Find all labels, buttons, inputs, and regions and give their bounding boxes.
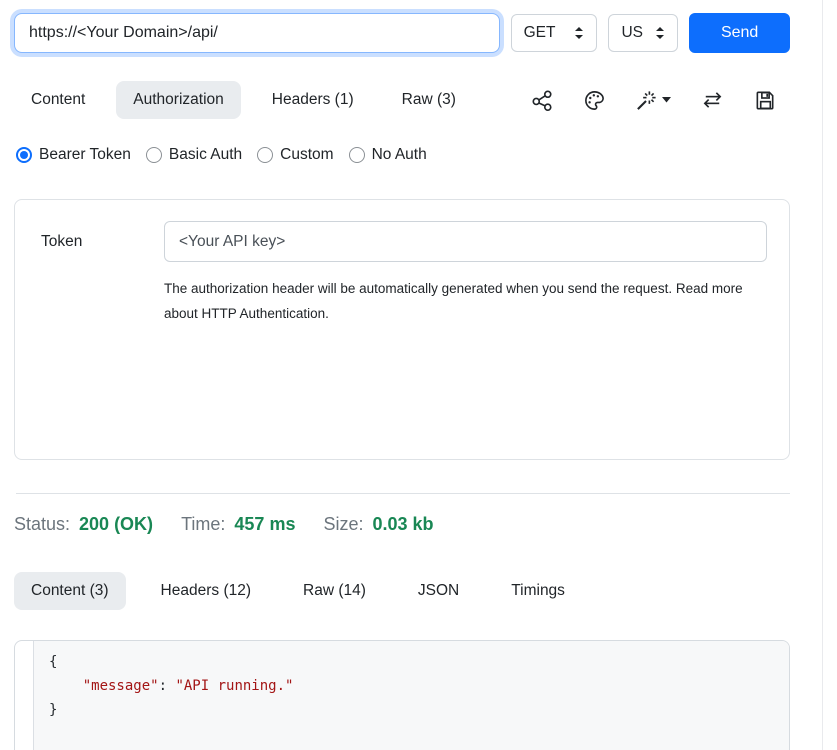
request-tabs-row: Content Authorization Headers (1) Raw (3… (14, 81, 790, 119)
swap-arrows-icon[interactable] (700, 89, 725, 111)
url-input[interactable] (14, 13, 500, 53)
token-help-text: The authorization header will be automat… (164, 276, 764, 326)
radio-label: Custom (280, 146, 333, 164)
time-pair: Time: 457 ms (181, 514, 295, 535)
request-tabs: Content Authorization Headers (1) Raw (3… (14, 81, 473, 119)
radio-no-auth[interactable]: No Auth (349, 146, 427, 164)
radio-label: Bearer Token (39, 146, 131, 164)
radio-label: No Auth (372, 146, 427, 164)
token-card: Token The authorization header will be a… (14, 199, 790, 460)
magic-wand-dropdown-icon[interactable] (635, 89, 671, 112)
code-open-brace: { (49, 654, 57, 670)
size-value: 0.03 kb (373, 514, 434, 535)
token-input[interactable] (164, 221, 767, 262)
resp-tab-content[interactable]: Content (3) (14, 572, 126, 610)
request-bar: GET US Send (0, 0, 837, 53)
right-column-divider (822, 0, 823, 750)
share-icon[interactable] (531, 89, 554, 112)
status-value: 200 (OK) (79, 514, 153, 535)
status-label: Status: (14, 514, 70, 535)
save-icon[interactable] (754, 89, 777, 112)
code-value: "API running." (175, 678, 293, 694)
method-select-value: GET (524, 24, 556, 42)
code-indent (49, 678, 83, 694)
time-label: Time: (181, 514, 225, 535)
toolbar-icons (531, 89, 790, 112)
api-client-page: GET US Send Content Authorization Header… (0, 0, 837, 750)
resp-tab-headers[interactable]: Headers (12) (144, 572, 268, 610)
send-button[interactable]: Send (689, 13, 790, 53)
code-close-brace: } (49, 702, 57, 718)
radio-bearer-token[interactable]: Bearer Token (16, 146, 131, 164)
radio-label: Basic Auth (169, 146, 242, 164)
token-card-main: The authorization header will be automat… (164, 200, 789, 459)
token-label: Token (15, 200, 164, 459)
radio-icon (146, 147, 162, 163)
select-updown-icon (655, 26, 665, 40)
code-key: "message" (83, 678, 159, 694)
response-json-code: { "message": "API running." } (49, 650, 789, 722)
tab-authorization[interactable]: Authorization (116, 81, 240, 119)
response-body-inner: { "message": "API running." } (33, 641, 789, 750)
dropdown-caret-icon (662, 97, 671, 103)
response-tabs-row: Content (3) Headers (12) Raw (14) JSON T… (14, 572, 790, 610)
radio-basic-auth[interactable]: Basic Auth (146, 146, 242, 164)
response-body-block: { "message": "API running." } (14, 640, 790, 750)
region-select-value: US (621, 24, 643, 42)
resp-tab-json[interactable]: JSON (401, 572, 476, 610)
tab-content[interactable]: Content (14, 81, 102, 119)
response-status-row: Status: 200 (OK) Time: 457 ms Size: 0.03… (14, 514, 790, 535)
auth-type-options: Bearer Token Basic Auth Custom No Auth (16, 146, 790, 164)
select-updown-icon (574, 26, 584, 40)
tab-raw[interactable]: Raw (3) (385, 81, 473, 119)
tab-headers[interactable]: Headers (1) (255, 81, 371, 119)
section-divider (16, 493, 790, 494)
region-select[interactable]: US (608, 14, 678, 52)
status-pair: Status: 200 (OK) (14, 514, 153, 535)
palette-icon[interactable] (583, 89, 606, 112)
radio-icon (257, 147, 273, 163)
radio-custom[interactable]: Custom (257, 146, 333, 164)
code-colon: : (159, 678, 176, 694)
response-tabs: Content (3) Headers (12) Raw (14) JSON T… (14, 572, 582, 610)
size-label: Size: (323, 514, 363, 535)
resp-tab-timings[interactable]: Timings (494, 572, 582, 610)
help-line-2: about HTTP Authentication. (164, 306, 329, 321)
method-select[interactable]: GET (511, 14, 598, 52)
time-value: 457 ms (234, 514, 295, 535)
resp-tab-raw[interactable]: Raw (14) (286, 572, 383, 610)
help-line-1: The authorization header will be automat… (164, 281, 743, 296)
size-pair: Size: 0.03 kb (323, 514, 433, 535)
radio-icon (16, 147, 32, 163)
radio-icon (349, 147, 365, 163)
